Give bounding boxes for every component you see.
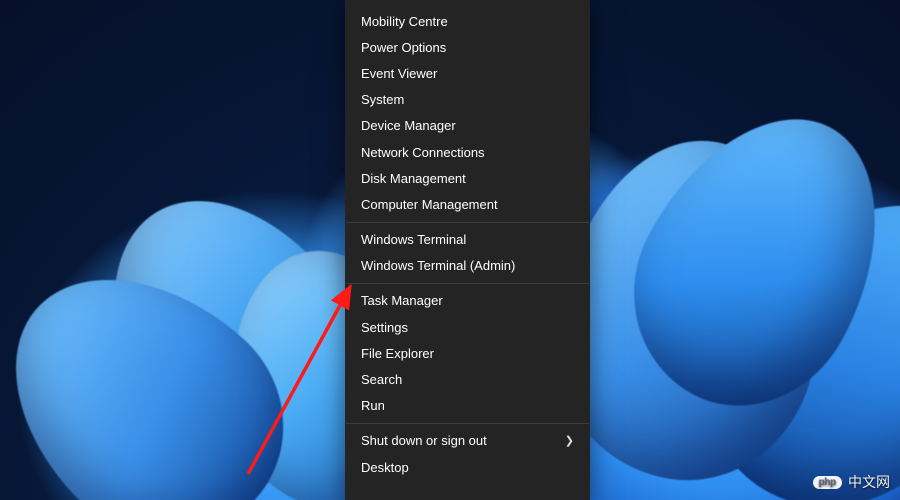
menu-item-shut-down-or-sign-out[interactable]: Shut down or sign out ❯ [345, 428, 590, 454]
menu-item-label: Settings [361, 320, 408, 335]
menu-item-desktop[interactable]: Desktop [345, 454, 590, 480]
menu-item-label: Windows Terminal (Admin) [361, 258, 515, 273]
menu-item-file-explorer[interactable]: File Explorer [345, 340, 590, 366]
menu-item-windows-terminal[interactable]: Windows Terminal [345, 227, 590, 253]
menu-item-label: Search [361, 372, 402, 387]
chevron-right-icon: ❯ [565, 434, 574, 447]
menu-item-power-options[interactable]: Power Options [345, 34, 590, 60]
menu-separator [346, 222, 589, 223]
menu-item-windows-terminal-admin[interactable]: Windows Terminal (Admin) [345, 253, 590, 279]
menu-item-search[interactable]: Search [345, 366, 590, 392]
menu-item-label: Desktop [361, 460, 409, 475]
menu-item-run[interactable]: Run [345, 393, 590, 419]
menu-item-label: Shut down or sign out [361, 433, 487, 448]
menu-item-event-viewer[interactable]: Event Viewer [345, 60, 590, 86]
menu-item-system[interactable]: System [345, 87, 590, 113]
menu-item-label: File Explorer [361, 346, 434, 361]
menu-item-label: Computer Management [361, 197, 498, 212]
menu-item-computer-management[interactable]: Computer Management [345, 191, 590, 217]
menu-item-label: System [361, 92, 404, 107]
winx-context-menu: Mobility Centre Power Options Event View… [345, 0, 590, 500]
menu-item-label: Device Manager [361, 118, 456, 133]
menu-item-label: Power Options [361, 40, 446, 55]
menu-item-label: Disk Management [361, 171, 466, 186]
menu-item-settings[interactable]: Settings [345, 314, 590, 340]
menu-item-label: Event Viewer [361, 66, 437, 81]
menu-separator [346, 283, 589, 284]
menu-item-disk-management[interactable]: Disk Management [345, 165, 590, 191]
menu-item-label: Task Manager [361, 293, 443, 308]
watermark-text: 中文网 [848, 472, 890, 492]
menu-separator [346, 423, 589, 424]
watermark-badge: php [813, 476, 842, 489]
menu-item-mobility-centre[interactable]: Mobility Centre [345, 8, 590, 34]
menu-item-label: Windows Terminal [361, 232, 466, 247]
menu-item-task-manager[interactable]: Task Manager [345, 288, 590, 314]
menu-item-label: Mobility Centre [361, 14, 448, 29]
menu-item-label: Run [361, 398, 385, 413]
menu-item-network-connections[interactable]: Network Connections [345, 139, 590, 165]
menu-item-device-manager[interactable]: Device Manager [345, 113, 590, 139]
menu-item-label: Network Connections [361, 145, 485, 160]
watermark: php 中文网 [813, 472, 890, 492]
